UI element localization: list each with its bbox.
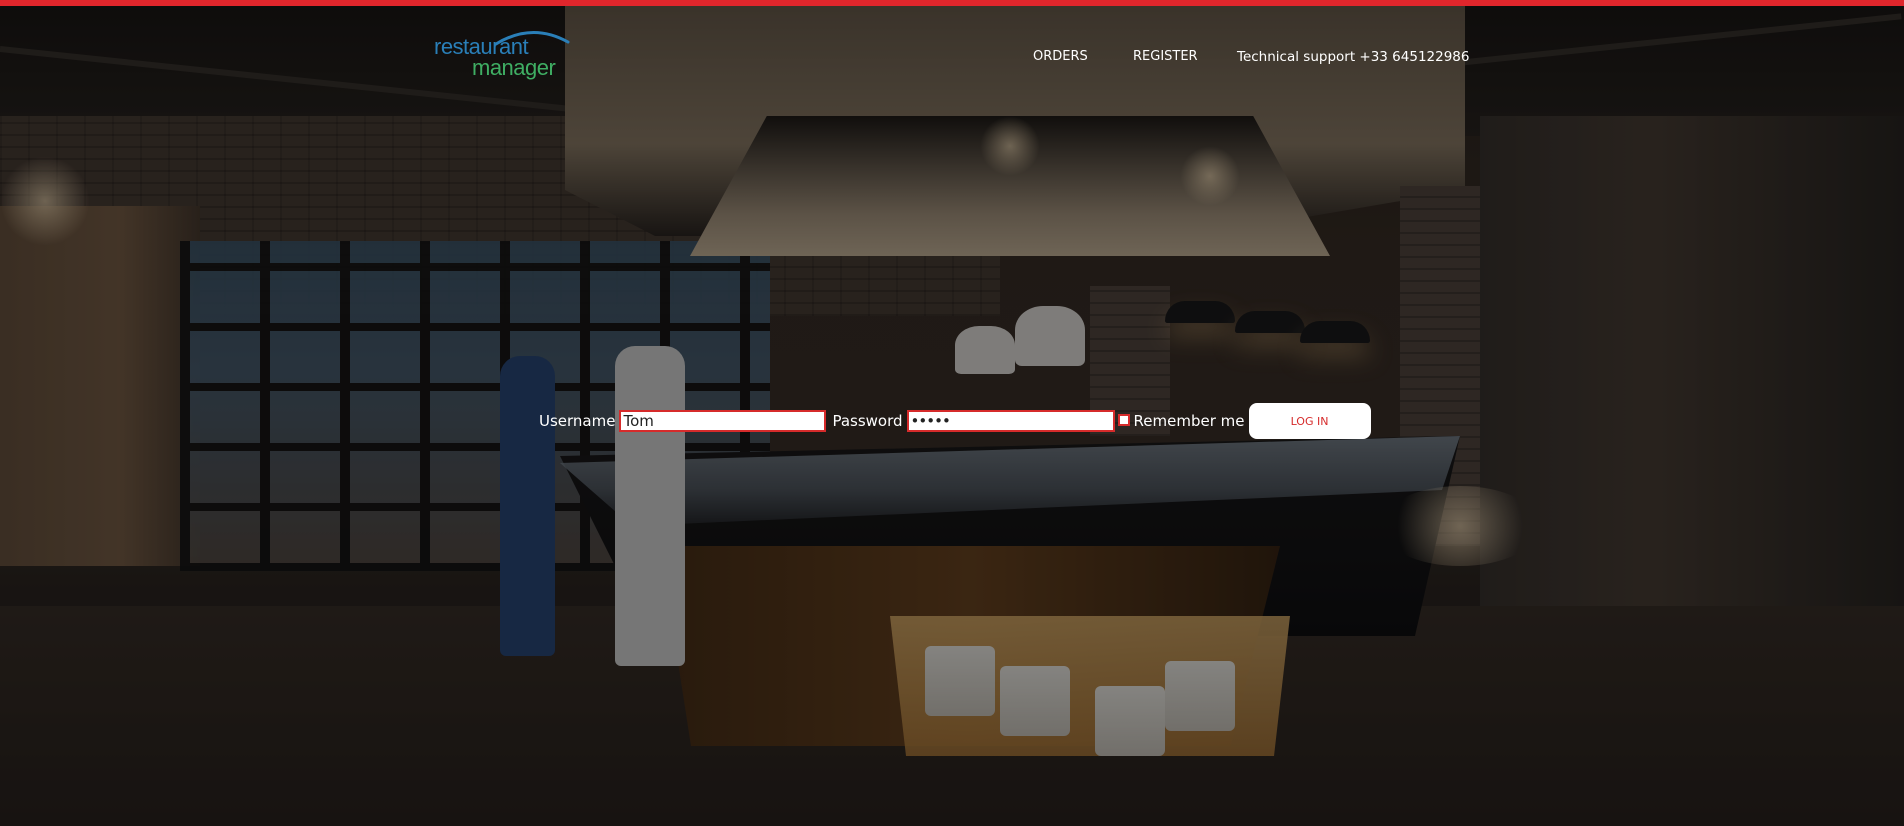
- page: restaurant manager ORDERS REGISTER Techn…: [0, 0, 1904, 826]
- password-input[interactable]: [906, 410, 1115, 432]
- password-label: Password: [832, 412, 903, 430]
- nav-register-link[interactable]: REGISTER: [1133, 48, 1198, 66]
- top-accent-bar: [0, 0, 1904, 6]
- technical-support-text: Technical support +33 645122986: [1237, 49, 1470, 65]
- brand-logo[interactable]: restaurant manager: [434, 28, 570, 84]
- remember-me-checkbox[interactable]: [1117, 414, 1130, 426]
- username-label: Username: [539, 412, 616, 430]
- login-button[interactable]: LOG IN: [1248, 403, 1371, 439]
- logo-text-manager: manager: [472, 55, 556, 80]
- login-form: Username Password Remember me LOG IN: [539, 403, 1371, 439]
- nav-orders-link[interactable]: ORDERS: [1033, 48, 1088, 66]
- username-input[interactable]: [619, 410, 827, 432]
- remember-me-label: Remember me: [1133, 412, 1245, 430]
